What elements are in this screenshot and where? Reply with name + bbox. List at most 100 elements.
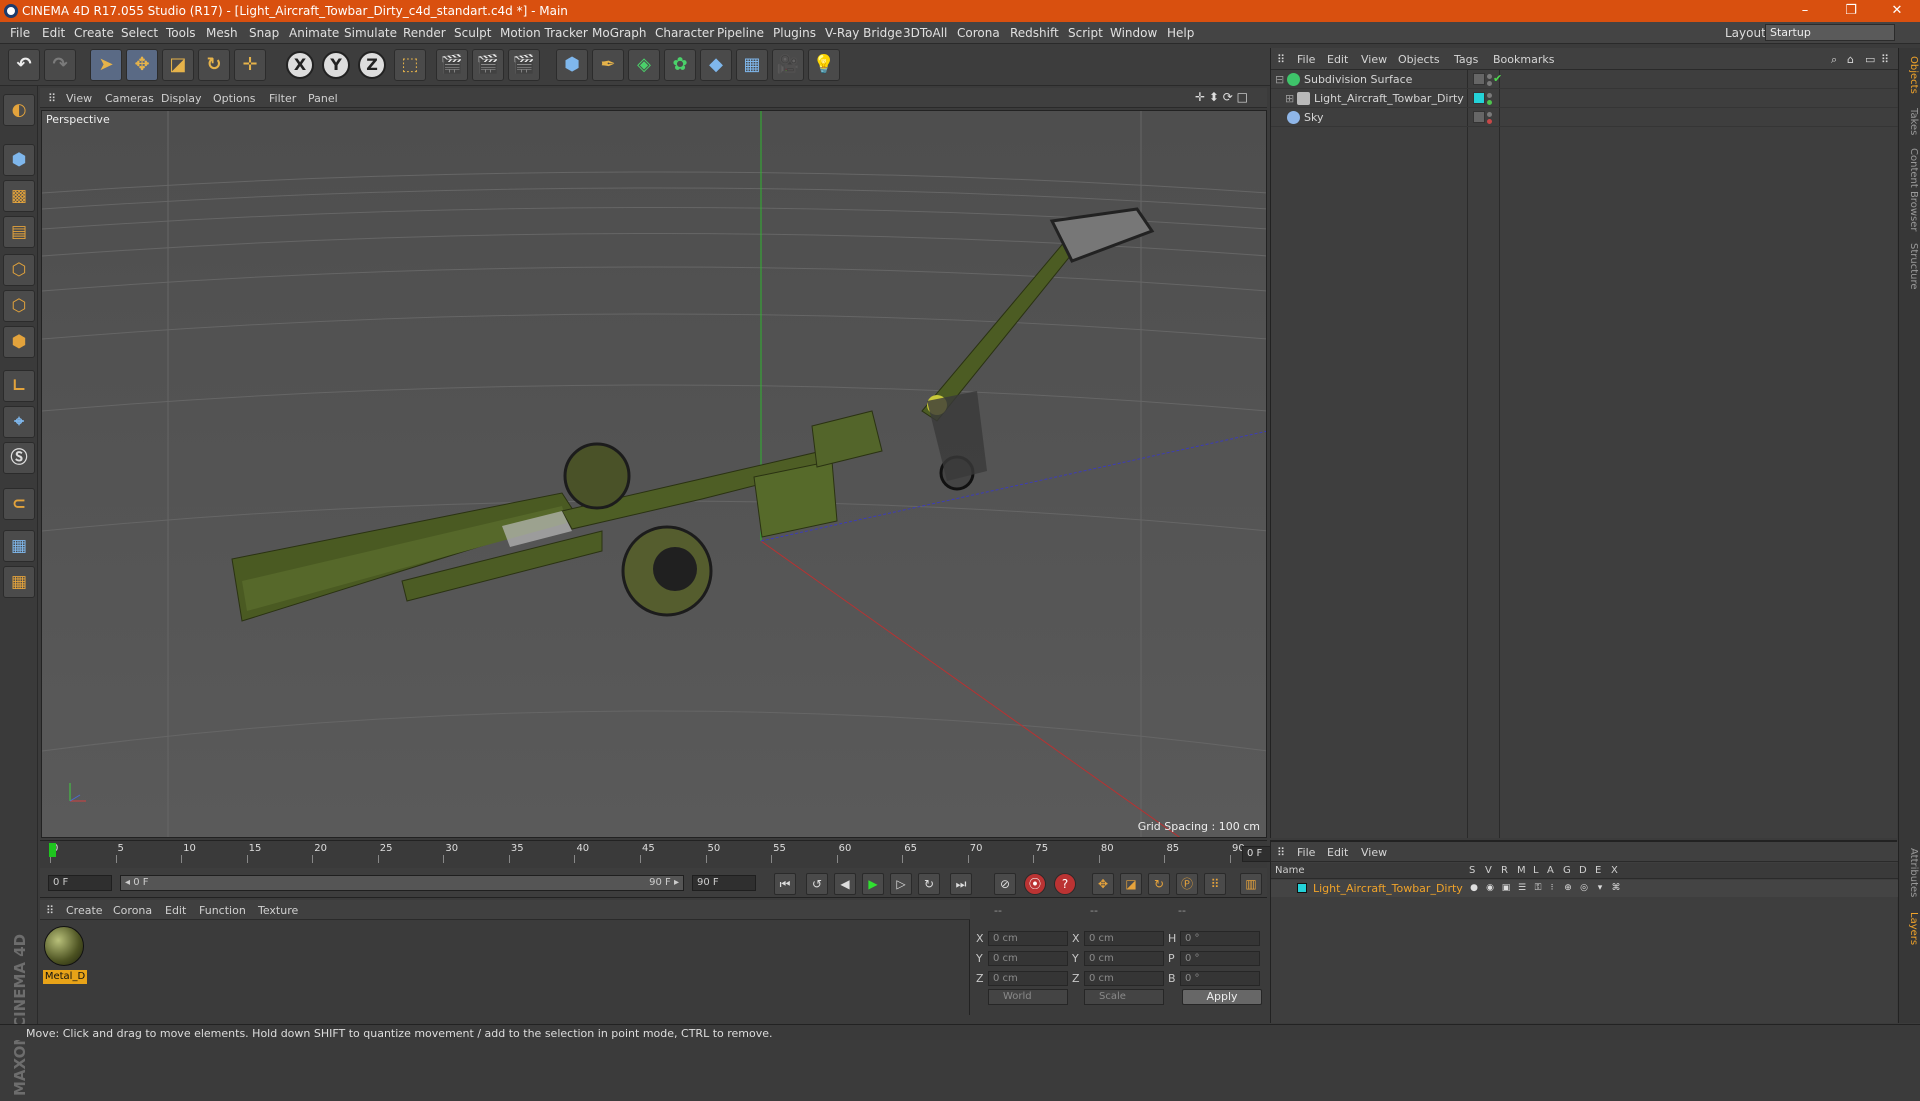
render-to-picture-viewer-button[interactable]: 🎬 <box>472 49 504 81</box>
workplane-mode-button[interactable]: ▤ <box>3 216 35 248</box>
coord-rot-b-field[interactable]: 0 ° <box>1180 971 1260 986</box>
layer-expressions-icon[interactable]: ▾ <box>1595 883 1605 893</box>
points-mode-button[interactable]: ⬡ <box>3 254 35 286</box>
layer-animation-icon[interactable]: ⁝ <box>1547 883 1557 893</box>
coord-mode-dropdown[interactable]: Scale <box>1084 989 1164 1005</box>
viewport-menu-view[interactable]: View <box>66 92 92 105</box>
menu-tools[interactable]: Tools <box>166 26 196 40</box>
layer-col-manager[interactable]: M <box>1517 865 1526 876</box>
tab-content-browser[interactable]: Content Browser <box>1901 148 1919 231</box>
layer-deformers-icon[interactable]: ◎ <box>1579 883 1589 893</box>
viewport-nav-icons[interactable]: ✛ ⬍ ⟳ □ <box>1195 90 1265 106</box>
object-name[interactable]: Subdivision Surface <box>1304 73 1412 86</box>
key-pla-button[interactable]: ⠿ <box>1204 873 1226 895</box>
material-name-label[interactable]: Metal_D <box>43 970 87 984</box>
prev-frame-button[interactable]: ◀ <box>834 873 856 895</box>
coord-pos-y-field[interactable]: 0 cm <box>988 951 1068 966</box>
model-mode-button[interactable]: ⬢ <box>3 144 35 176</box>
render-view-button[interactable]: 🎬 <box>436 49 468 81</box>
menu-create[interactable]: Create <box>74 26 114 40</box>
add-light-button[interactable]: 💡 <box>808 49 840 81</box>
move-tool-button[interactable]: ✥ <box>126 49 158 81</box>
edges-mode-button[interactable]: ⬡ <box>3 290 35 322</box>
viewport-menu-display[interactable]: Display <box>161 92 202 105</box>
editor-visibility-dot[interactable] <box>1487 112 1492 117</box>
next-key-button[interactable]: ↻ <box>918 873 940 895</box>
object-row-sky[interactable]: Sky <box>1271 108 1898 127</box>
autokey-button[interactable]: ⦿ <box>1024 873 1046 895</box>
layer-render-icon[interactable]: ▣ <box>1501 883 1511 893</box>
next-frame-button[interactable]: ▷ <box>890 873 912 895</box>
timeline-window-button[interactable]: ▥ <box>1240 873 1262 895</box>
menu-mograph[interactable]: MoGraph <box>592 26 647 40</box>
goto-start-button[interactable]: ⏮ <box>774 873 796 895</box>
layer-col-expressions[interactable]: E <box>1595 865 1601 876</box>
coord-rot-p-field[interactable]: 0 ° <box>1180 951 1260 966</box>
layer-xref-icon[interactable]: ⌘ <box>1611 883 1621 893</box>
axis-mode-button[interactable]: ∟ <box>3 370 35 402</box>
layer-menu-file[interactable]: File <box>1297 846 1315 859</box>
menu-3dtoall[interactable]: 3DToAll <box>903 26 947 40</box>
maximize-button[interactable]: ❐ <box>1828 0 1874 22</box>
expand-icon[interactable]: ⊞ <box>1285 92 1294 105</box>
editor-visibility-dot[interactable] <box>1487 93 1492 98</box>
material-menu-function[interactable]: Function <box>199 904 246 917</box>
key-parameter-button[interactable]: Ⓟ <box>1176 873 1198 895</box>
undo-button[interactable]: ↶ <box>8 49 40 81</box>
y-axis-lock-button[interactable]: Y <box>322 51 350 79</box>
planar-workplane-button[interactable]: ▦ <box>3 566 35 598</box>
menu-redshift[interactable]: Redshift <box>1010 26 1059 40</box>
rotate-tool-button[interactable]: ↻ <box>198 49 230 81</box>
add-array-button[interactable]: ✿ <box>664 49 696 81</box>
menu-script[interactable]: Script <box>1068 26 1103 40</box>
x-axis-lock-button[interactable]: X <box>286 51 314 79</box>
coord-size-y-field[interactable]: 0 cm <box>1084 951 1164 966</box>
material-menu-create[interactable]: Create <box>66 904 103 917</box>
editor-visibility-dot[interactable] <box>1487 74 1492 79</box>
layer-col-name[interactable]: Name <box>1275 865 1305 876</box>
menu-select[interactable]: Select <box>121 26 158 40</box>
coord-rot-h-field[interactable]: 0 ° <box>1180 931 1260 946</box>
key-rotation-button[interactable]: ↻ <box>1148 873 1170 895</box>
menu-simulate[interactable]: Simulate <box>344 26 397 40</box>
scale-tool-button[interactable]: ◪ <box>162 49 194 81</box>
coord-size-z-field[interactable]: 0 cm <box>1084 971 1164 986</box>
add-camera-button[interactable]: 🎥 <box>772 49 804 81</box>
coordinate-system-button[interactable]: ⬚ <box>394 49 426 81</box>
panel-window-icon[interactable]: ▭ <box>1865 53 1875 66</box>
object-menu-objects[interactable]: Objects <box>1398 53 1440 66</box>
prev-key-button[interactable]: ↺ <box>806 873 828 895</box>
layer-row-towbar[interactable]: Light_Aircraft_Towbar_Dirty ● ◉ ▣ ☰ ⚿ ⁝ … <box>1271 880 1898 897</box>
add-nurbs-button[interactable]: ◈ <box>628 49 660 81</box>
layer-col-animation[interactable]: A <box>1547 865 1554 876</box>
search-icon[interactable]: ⌕ <box>1831 53 1837 67</box>
tab-takes[interactable]: Takes <box>1901 108 1919 135</box>
menu-motion-tracker[interactable]: Motion Tracker <box>500 26 588 40</box>
menu-animate[interactable]: Animate <box>289 26 339 40</box>
layer-col-generators[interactable]: G <box>1563 865 1571 876</box>
layer-generators-icon[interactable]: ⊕ <box>1563 883 1573 893</box>
menu-pipeline[interactable]: Pipeline <box>717 26 764 40</box>
material-menu-corona[interactable]: Corona <box>113 904 152 917</box>
coord-pos-z-field[interactable]: 0 cm <box>988 971 1068 986</box>
menu-sculpt[interactable]: Sculpt <box>454 26 491 40</box>
key-position-button[interactable]: ✥ <box>1092 873 1114 895</box>
object-row-subdivision-surface[interactable]: ⊟ Subdivision Surface ✔ <box>1271 70 1898 89</box>
render-settings-button[interactable]: 🎬 <box>508 49 540 81</box>
menu-snap[interactable]: Snap <box>249 26 279 40</box>
add-spline-button[interactable]: ✒ <box>592 49 624 81</box>
layer-name[interactable]: Light_Aircraft_Towbar_Dirty <box>1313 882 1463 895</box>
object-menu-view[interactable]: View <box>1361 53 1387 66</box>
layer-solo-icon[interactable]: ● <box>1469 883 1479 893</box>
redo-button[interactable]: ↷ <box>44 49 76 81</box>
layer-col-deformers[interactable]: D <box>1579 865 1587 876</box>
timeline-playhead[interactable] <box>49 843 56 857</box>
render-visibility-dot[interactable] <box>1487 100 1492 105</box>
transform-tool-button[interactable]: ✛ <box>234 49 266 81</box>
viewport-menu-options[interactable]: Options <box>213 92 255 105</box>
viewport-menu-cameras[interactable]: Cameras <box>105 92 154 105</box>
add-scene-button[interactable]: ▦ <box>736 49 768 81</box>
object-name[interactable]: Light_Aircraft_Towbar_Dirty <box>1314 92 1464 105</box>
menu-mesh[interactable]: Mesh <box>206 26 238 40</box>
object-menu-edit[interactable]: Edit <box>1327 53 1348 66</box>
